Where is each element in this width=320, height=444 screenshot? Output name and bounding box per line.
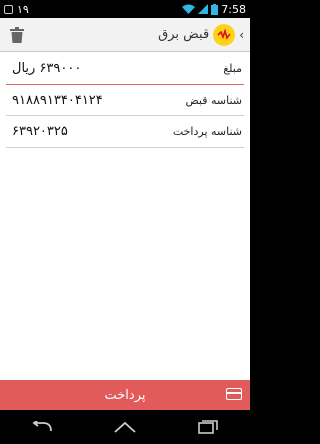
payment-id-row: ۶۳۹۲۰۳۲۵ شناسه پرداخت	[0, 117, 250, 145]
battery-icon	[211, 3, 219, 15]
trash-icon	[10, 26, 24, 43]
action-bar: قبض برق ‹	[0, 18, 250, 52]
home-icon	[114, 421, 136, 433]
amount-value: ۶۳۹۰۰۰ ریال	[12, 60, 82, 76]
divider	[6, 147, 244, 148]
divider	[6, 115, 244, 116]
status-right: 7:58	[182, 3, 246, 16]
pay-button-label: پرداخت	[104, 387, 146, 403]
notification-count: ۱۹	[17, 2, 29, 16]
amount-row: ۶۳۹۰۰۰ ریال مبلغ	[0, 54, 250, 82]
chevron-left-icon[interactable]: ‹	[239, 28, 244, 42]
delete-button[interactable]	[6, 24, 28, 46]
credit-card-icon	[226, 388, 242, 400]
wifi-icon	[182, 4, 196, 14]
signal-icon	[198, 4, 209, 14]
status-left: ۱۹	[4, 3, 29, 16]
back-button[interactable]	[22, 412, 62, 442]
payment-id-label: شناسه پرداخت	[172, 124, 242, 138]
navigation-bar	[0, 410, 250, 444]
clock: 7:58	[221, 2, 246, 16]
page-title: قبض برق	[158, 27, 210, 42]
title-group[interactable]: قبض برق ‹	[158, 23, 244, 46]
bill-id-row: ۹۱۸۸۹۱۳۴۰۴۱۲۴ شناسه قبض	[0, 86, 250, 114]
payment-id-value: ۶۳۹۲۰۳۲۵	[12, 123, 68, 139]
bill-details: ۶۳۹۰۰۰ ریال مبلغ ۹۱۸۸۹۱۳۴۰۴۱۲۴ شناسه قبض…	[0, 52, 250, 380]
electricity-logo-icon	[213, 23, 236, 46]
notification-icon	[4, 4, 13, 14]
back-icon	[32, 421, 52, 432]
home-button[interactable]	[105, 412, 145, 442]
recent-apps-icon	[198, 420, 219, 434]
amount-label: مبلغ	[223, 61, 242, 75]
bill-id-value: ۹۱۸۸۹۱۳۴۰۴۱۲۴	[12, 92, 103, 108]
recent-apps-button[interactable]	[188, 412, 228, 442]
divider	[6, 84, 244, 85]
bill-id-label: شناسه قبض	[185, 93, 242, 107]
pay-button[interactable]: پرداخت	[0, 380, 250, 410]
status-bar: ۱۹ 7:58	[0, 0, 250, 18]
